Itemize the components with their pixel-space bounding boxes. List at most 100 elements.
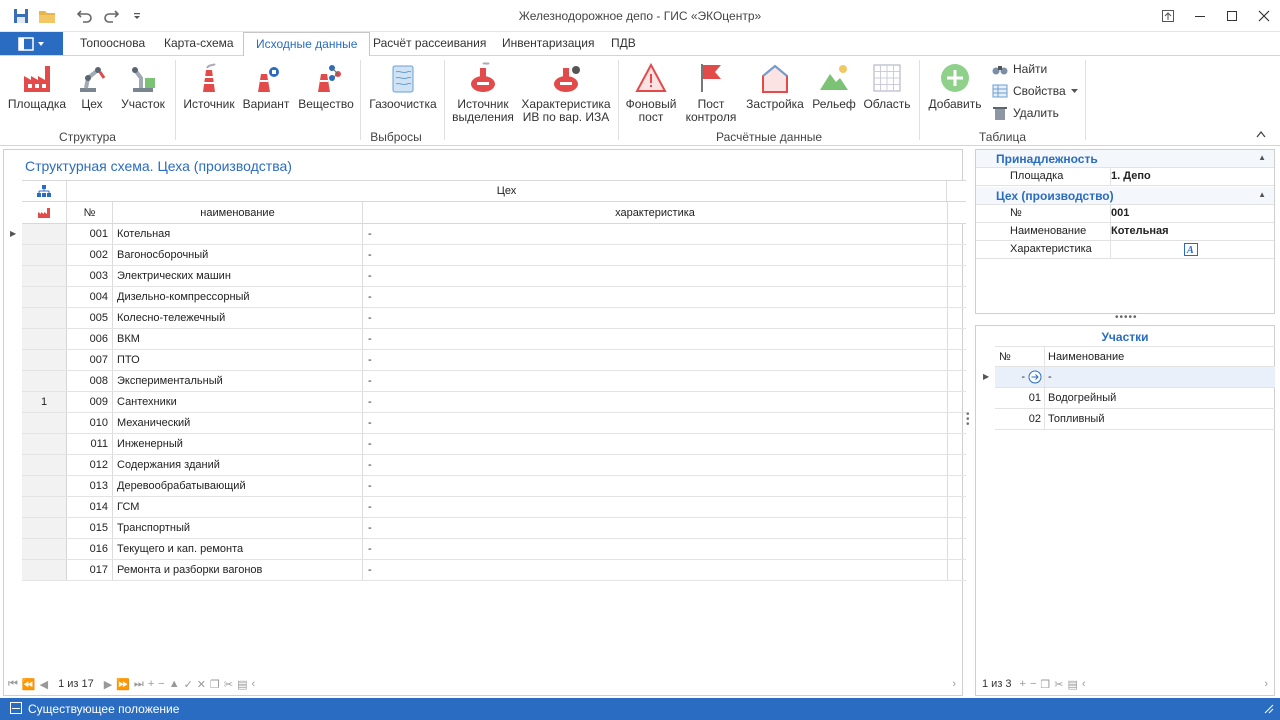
property-row-characteristic[interactable]: Характеристика A xyxy=(976,241,1274,259)
property-row-name[interactable]: Наименование Котельная xyxy=(976,223,1274,241)
scroll-right-icon[interactable]: › xyxy=(1262,678,1270,690)
copy-icon[interactable]: ❐ xyxy=(1038,678,1052,691)
area-button[interactable]: Область xyxy=(862,60,912,111)
file-menu-button[interactable] xyxy=(0,32,63,55)
section-button[interactable]: Участок xyxy=(118,60,168,111)
add-button[interactable]: Добавить xyxy=(926,60,984,111)
column-header-name[interactable]: Наименование xyxy=(1048,351,1124,363)
cell-name[interactable]: ГСМ xyxy=(113,497,363,517)
properties-button[interactable]: Свойства xyxy=(992,84,1078,98)
cell-num[interactable]: 015 xyxy=(67,518,113,538)
text-editor-icon[interactable]: A xyxy=(1184,243,1198,259)
first-page-icon[interactable]: ⏮ xyxy=(6,678,20,691)
control-post-button[interactable]: Пост контроля xyxy=(684,60,738,124)
apply-icon[interactable]: ✓ xyxy=(182,678,195,691)
vertical-splitter[interactable]: • • • xyxy=(966,410,970,430)
cell-num[interactable]: 011 xyxy=(67,434,113,454)
background-post-button[interactable]: Фоновый пост xyxy=(624,60,678,124)
cell-characteristic[interactable]: - xyxy=(363,476,948,496)
cell-name[interactable]: Сантехники xyxy=(113,392,363,412)
table-row[interactable]: 006 ВКМ - xyxy=(22,329,966,350)
property-section-belonging[interactable]: Принадлежность ▲ xyxy=(976,150,1274,168)
gas-cleaning-button[interactable]: Газоочистка xyxy=(368,60,438,111)
append-icon[interactable]: + xyxy=(146,678,156,690)
maximize-icon[interactable] xyxy=(1216,0,1248,32)
pin-icon[interactable] xyxy=(1152,0,1184,32)
cell-characteristic[interactable]: - xyxy=(363,245,948,265)
cell-characteristic[interactable]: - xyxy=(363,224,948,244)
tab-map[interactable]: Карта-схема xyxy=(152,32,246,56)
cell-name[interactable]: ПТО xyxy=(113,350,363,370)
cell-name[interactable]: Механический xyxy=(113,413,363,433)
cell-characteristic[interactable]: - xyxy=(363,308,948,328)
table-row[interactable]: 014 ГСМ - xyxy=(22,497,966,518)
table-row[interactable]: 012 Содержания зданий - xyxy=(22,455,966,476)
tab-dispersion[interactable]: Расчёт рассеивания xyxy=(361,32,498,56)
cell-num[interactable]: 004 xyxy=(67,287,113,307)
variant-button[interactable]: Вариант xyxy=(243,60,289,111)
collapse-icon[interactable]: ▲ xyxy=(1258,190,1266,199)
next-record-icon[interactable]: ▶ xyxy=(102,678,114,691)
column-header-num[interactable]: № xyxy=(67,202,113,223)
link-arrow-icon[interactable] xyxy=(1028,370,1042,387)
cell-num[interactable]: 001 xyxy=(67,224,113,244)
table-row[interactable]: 002 Вагоносборочный - xyxy=(22,245,966,266)
cell-characteristic[interactable]: - xyxy=(363,287,948,307)
cell-characteristic[interactable]: - xyxy=(363,413,948,433)
cell-name[interactable]: Котельная xyxy=(113,224,363,244)
cell-name[interactable]: Водогрейный xyxy=(1048,392,1116,404)
collapse-ribbon-icon[interactable] xyxy=(1256,130,1266,141)
cell-name[interactable]: Деревообрабатывающий xyxy=(113,476,363,496)
substance-button[interactable]: Вещество xyxy=(298,60,354,111)
cell-name[interactable]: Топливный xyxy=(1048,413,1104,425)
cell-num[interactable]: 005 xyxy=(67,308,113,328)
tab-inventory[interactable]: Инвентаризация xyxy=(490,32,606,56)
property-row-platform[interactable]: Площадка 1. Депо xyxy=(976,168,1274,186)
cell-characteristic[interactable]: - xyxy=(363,371,948,391)
cell-num[interactable]: 003 xyxy=(67,266,113,286)
cell-characteristic[interactable]: - xyxy=(363,518,948,538)
cut-icon[interactable]: ✂ xyxy=(1052,678,1065,691)
append-icon[interactable]: + xyxy=(1018,678,1028,690)
property-row-num[interactable]: № 001 xyxy=(976,205,1274,223)
emission-source-button[interactable]: Источник выделения xyxy=(452,60,514,124)
cell-characteristic[interactable]: - xyxy=(363,329,948,349)
column-header-characteristic[interactable]: характеристика xyxy=(363,202,948,223)
find-button[interactable]: Найти xyxy=(992,62,1047,76)
tab-source-data[interactable]: Исходные данные xyxy=(243,32,371,57)
cell-num[interactable]: 002 xyxy=(67,245,113,265)
cell-num[interactable]: 017 xyxy=(67,560,113,580)
workshop-button[interactable]: Цех xyxy=(74,60,110,111)
cell-num[interactable]: 012 xyxy=(67,455,113,475)
cell-characteristic[interactable]: - xyxy=(363,350,948,370)
table-row[interactable]: ▶ 001 Котельная - xyxy=(10,224,966,245)
delete-button[interactable]: Удалить xyxy=(992,106,1059,120)
prev-record-icon[interactable]: ◀ xyxy=(38,678,50,691)
relief-button[interactable]: Рельеф xyxy=(812,60,856,111)
cell-num[interactable]: 007 xyxy=(67,350,113,370)
source-characteristic-button[interactable]: Характеристика ИВ по вар. ИЗА xyxy=(520,60,612,124)
cell-name[interactable]: Экспериментальный xyxy=(113,371,363,391)
cell-characteristic[interactable]: - xyxy=(363,266,948,286)
cell-name[interactable]: Транспортный xyxy=(113,518,363,538)
table-row[interactable]: 017 Ремонта и разборки вагонов - xyxy=(22,560,966,581)
cell-characteristic[interactable]: - xyxy=(363,455,948,475)
cell-characteristic[interactable]: - xyxy=(363,560,948,580)
prev-page-icon[interactable]: ⏪ xyxy=(20,678,38,691)
resize-grip-icon[interactable] xyxy=(1262,702,1274,717)
table-row[interactable]: 013 Деревообрабатывающий - xyxy=(22,476,966,497)
last-page-icon[interactable]: ⏭ xyxy=(132,678,146,691)
scroll-left-icon[interactable]: ‹ xyxy=(1080,678,1088,690)
table-row[interactable]: 007 ПТО - xyxy=(22,350,966,371)
remove-icon[interactable]: − xyxy=(1028,678,1038,690)
cut-icon[interactable]: ✂ xyxy=(222,678,235,691)
paste-icon[interactable]: ▤ xyxy=(1066,678,1080,691)
table-row[interactable]: 005 Колесно-тележечный - xyxy=(22,308,966,329)
cell-name[interactable]: Инженерный xyxy=(113,434,363,454)
cell-num[interactable]: 01 xyxy=(995,392,1041,404)
tab-topo[interactable]: Топооснова xyxy=(68,32,157,56)
cell-num[interactable]: 013 xyxy=(67,476,113,496)
horizontal-splitter[interactable]: ••••• xyxy=(1115,312,1138,323)
cell-num[interactable]: - xyxy=(995,371,1025,383)
table-row[interactable]: 008 Экспериментальный - xyxy=(22,371,966,392)
